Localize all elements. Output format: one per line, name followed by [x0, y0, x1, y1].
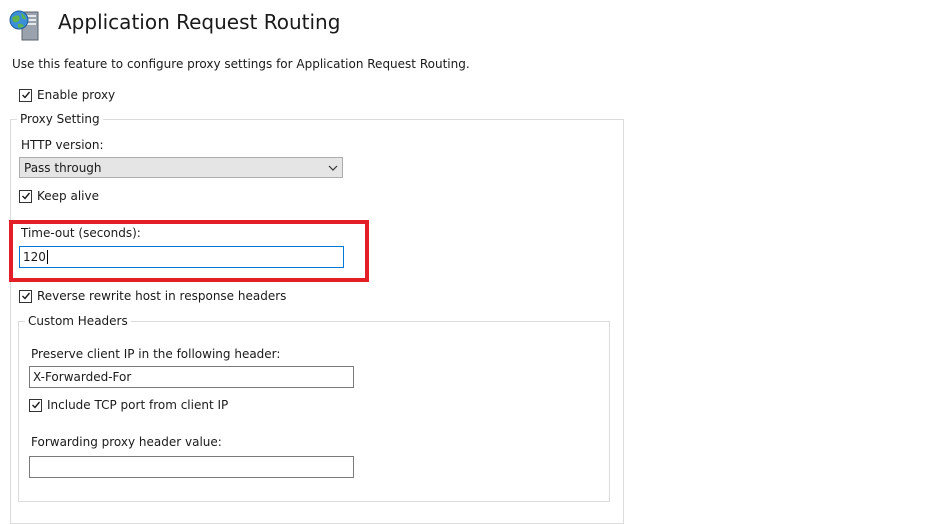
proxy-setting-legend: Proxy Setting: [20, 112, 100, 126]
checkbox-checked-icon: [19, 88, 32, 102]
preserve-ip-input[interactable]: X-Forwarded-For: [29, 366, 354, 388]
http-version-select[interactable]: Pass through: [19, 157, 343, 178]
enable-proxy-label: Enable proxy: [37, 88, 116, 102]
include-tcp-port-label: Include TCP port from client IP: [47, 398, 229, 412]
keep-alive-label: Keep alive: [37, 189, 99, 203]
keep-alive-checkbox[interactable]: Keep alive: [19, 189, 99, 203]
checkbox-checked-icon: [19, 289, 32, 303]
checkbox-checked-icon: [29, 398, 42, 412]
preserve-ip-value: X-Forwarded-For: [33, 370, 132, 384]
custom-headers-legend: Custom Headers: [28, 314, 128, 328]
feature-description: Use this feature to configure proxy sett…: [12, 57, 470, 71]
reverse-rewrite-checkbox[interactable]: Reverse rewrite host in response headers: [19, 289, 286, 303]
enable-proxy-checkbox[interactable]: Enable proxy: [19, 88, 115, 102]
preserve-ip-label: Preserve client IP in the following head…: [31, 347, 281, 361]
http-version-value: Pass through: [24, 160, 102, 175]
chevron-down-icon: [324, 158, 342, 177]
reverse-rewrite-label: Reverse rewrite host in response headers: [37, 289, 287, 303]
checkbox-checked-icon: [19, 189, 32, 203]
page-title: Application Request Routing: [58, 10, 341, 34]
forwarding-header-input[interactable]: [29, 456, 354, 478]
highlight-annotation-box: [9, 220, 369, 282]
include-tcp-port-checkbox[interactable]: Include TCP port from client IP: [29, 398, 228, 412]
forwarding-header-label: Forwarding proxy header value:: [31, 435, 222, 449]
server-globe-icon: [8, 8, 44, 44]
http-version-label: HTTP version:: [21, 138, 104, 152]
